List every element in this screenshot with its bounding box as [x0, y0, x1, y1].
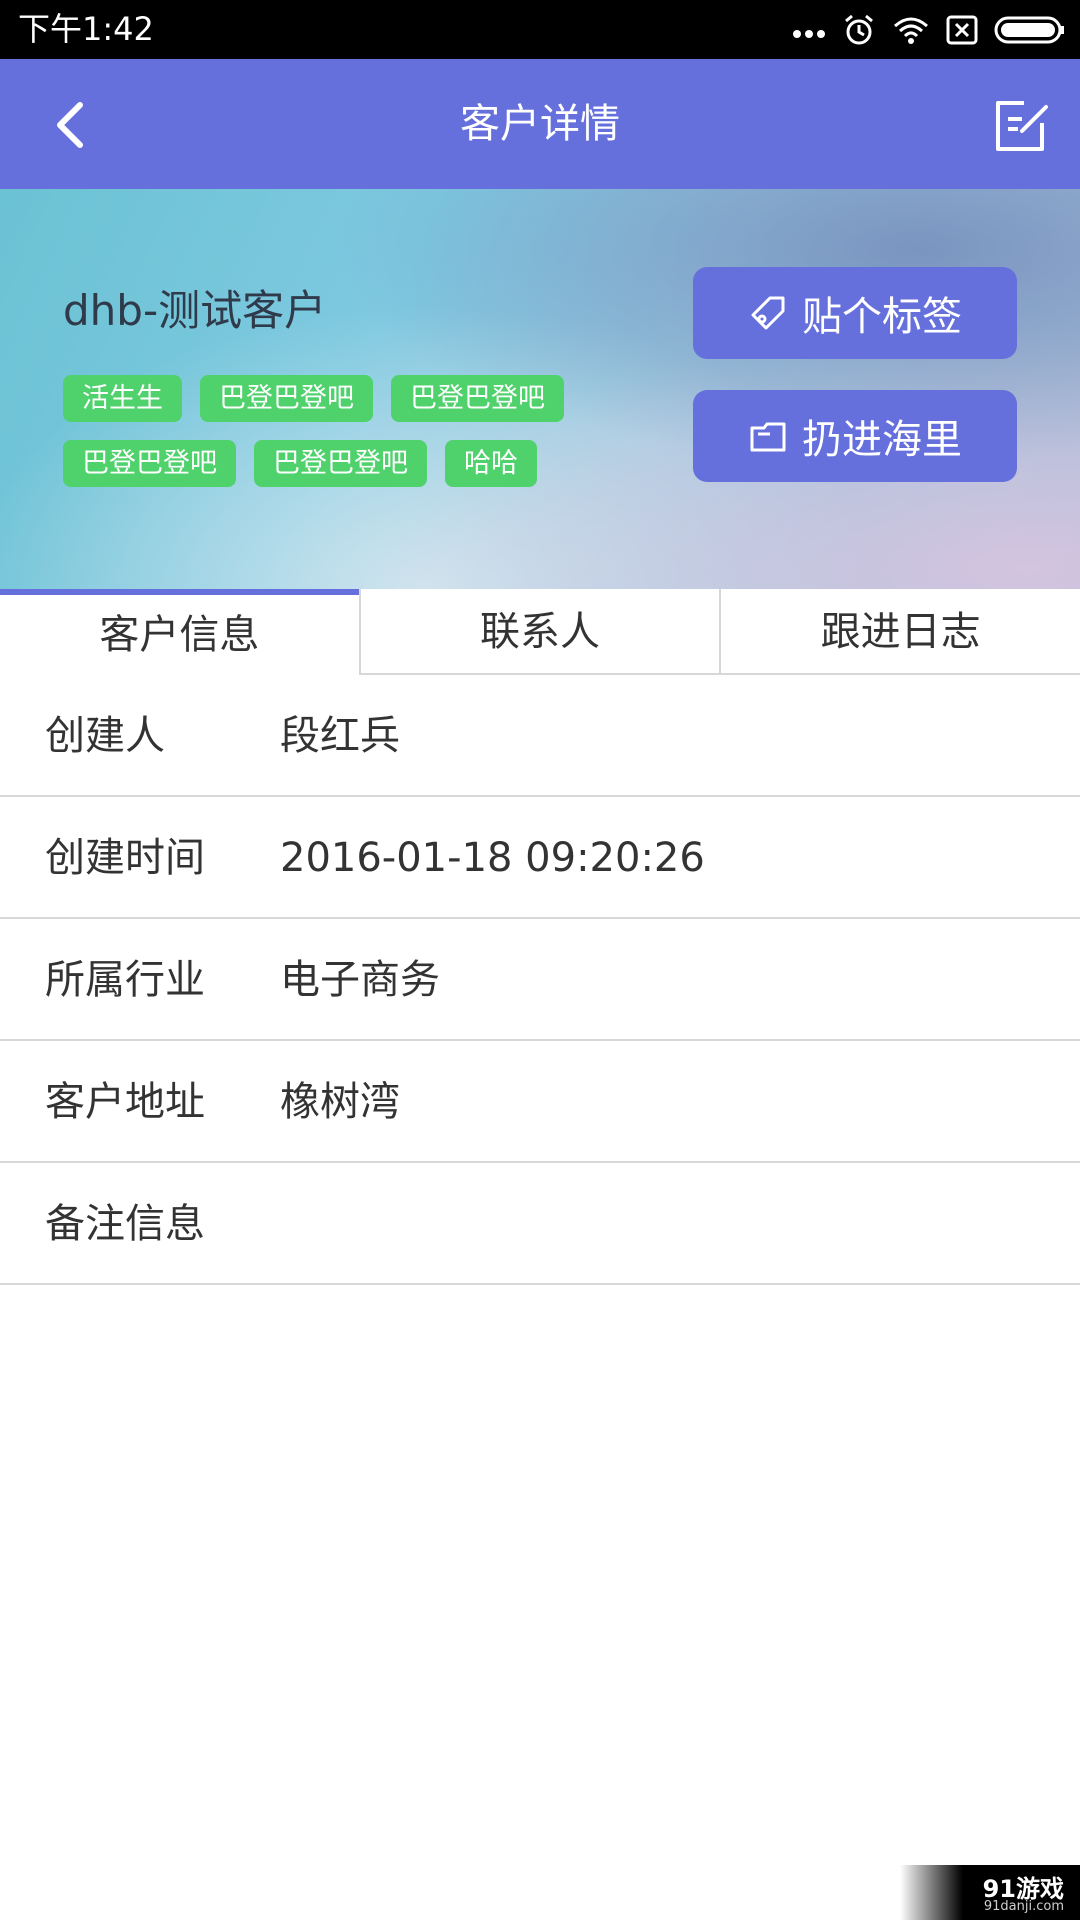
move-to-sea-button[interactable]: 扔进海里 [693, 390, 1017, 482]
battery-icon [994, 15, 1066, 45]
folder-icon [750, 422, 786, 452]
info-value: 2016-01-18 09:20:26 [280, 835, 705, 881]
customer-header-banner: dhb-测试客户 活生生 巴登巴登吧 巴登巴登吧 巴登巴登吧 巴登巴登吧 哈哈 … [0, 189, 1080, 589]
tag-list: 活生生 巴登巴登吧 巴登巴登吧 巴登巴登吧 巴登巴登吧 哈哈 [63, 375, 623, 487]
customer-detail-screen: 下午1:42 客户详情 dhb-测试客户 活生生 巴登巴登吧 巴登巴登吧 巴登巴… [0, 0, 1080, 1920]
edit-button[interactable] [984, 89, 1056, 161]
app-bar: 客户详情 [0, 59, 1080, 189]
alarm-icon [842, 13, 876, 47]
status-bar: 下午1:42 [0, 0, 1080, 59]
customer-tag: 巴登巴登吧 [63, 440, 236, 487]
tag-icon [751, 296, 785, 330]
customer-info-list: 创建人 段红兵 创建时间 2016-01-18 09:20:26 所属行业 电子… [0, 675, 1080, 1285]
info-label: 创建人 [45, 713, 165, 759]
info-row-remarks: 备注信息 [0, 1163, 1080, 1285]
customer-tag: 活生生 [63, 375, 182, 422]
tab-customer-info[interactable]: 客户信息 [0, 589, 359, 675]
info-value: 段红兵 [280, 713, 400, 759]
info-value: 橡树湾 [280, 1079, 400, 1125]
customer-tag: 巴登巴登吧 [254, 440, 427, 487]
watermark-url: 91danji.com [983, 1899, 1064, 1914]
customer-tag: 哈哈 [445, 440, 537, 487]
customer-tag: 巴登巴登吧 [391, 375, 564, 422]
info-row-address: 客户地址 橡树湾 [0, 1041, 1080, 1163]
customer-name: dhb-测试客户 [63, 286, 327, 335]
info-row-created-time: 创建时间 2016-01-18 09:20:26 [0, 797, 1080, 919]
edit-icon [996, 101, 1048, 151]
more-dots-icon [792, 20, 826, 40]
page-title: 客户详情 [460, 101, 620, 147]
info-row-industry: 所属行业 电子商务 [0, 919, 1080, 1041]
info-row-creator: 创建人 段红兵 [0, 675, 1080, 797]
info-label: 备注信息 [45, 1201, 205, 1247]
move-to-sea-label: 扔进海里 [802, 417, 962, 463]
add-tag-button[interactable]: 贴个标签 [693, 267, 1017, 359]
info-value: 电子商务 [280, 957, 440, 1003]
site-watermark: 91游戏 91danji.com [900, 1865, 1080, 1920]
detail-tabs: 客户信息 联系人 跟进日志 [0, 589, 1080, 675]
tab-contacts[interactable]: 联系人 [358, 589, 720, 675]
status-icons [792, 0, 1066, 59]
tab-follow-up-log[interactable]: 跟进日志 [719, 589, 1080, 675]
info-label: 所属行业 [45, 957, 205, 1003]
info-label: 客户地址 [45, 1079, 205, 1125]
add-tag-label: 贴个标签 [802, 294, 962, 340]
sim-off-icon [946, 15, 978, 45]
customer-tag: 巴登巴登吧 [200, 375, 373, 422]
wifi-icon [892, 15, 930, 45]
status-time: 下午1:42 [18, 10, 154, 48]
info-label: 创建时间 [45, 835, 205, 881]
